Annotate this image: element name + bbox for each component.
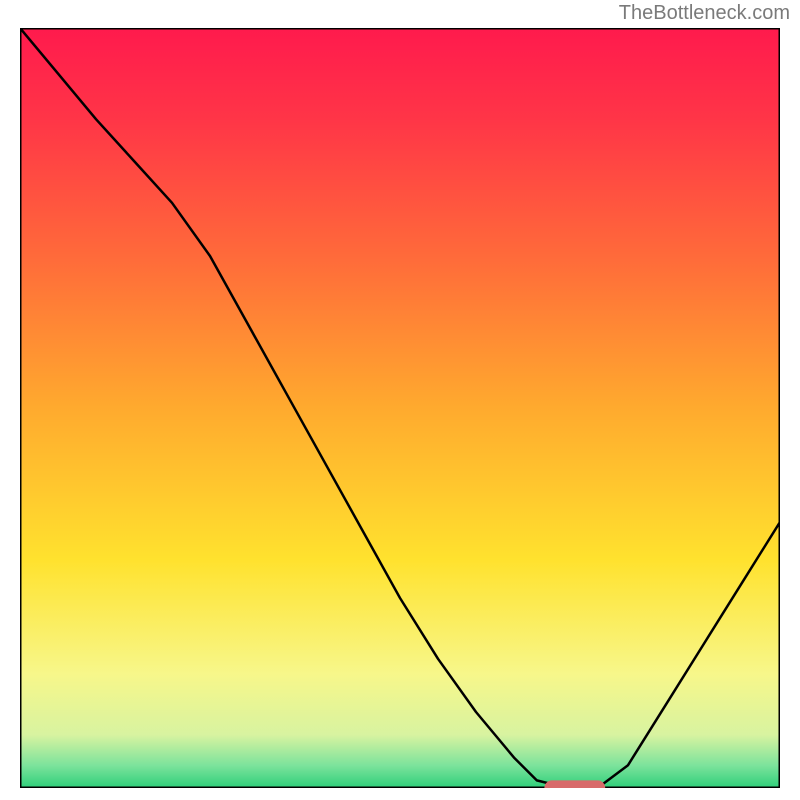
attribution-text: TheBottleneck.com <box>619 2 790 25</box>
optimal-zone-marker <box>544 780 605 788</box>
chart-svg <box>20 28 780 788</box>
gradient-background <box>20 28 780 788</box>
bottleneck-chart <box>20 28 780 788</box>
